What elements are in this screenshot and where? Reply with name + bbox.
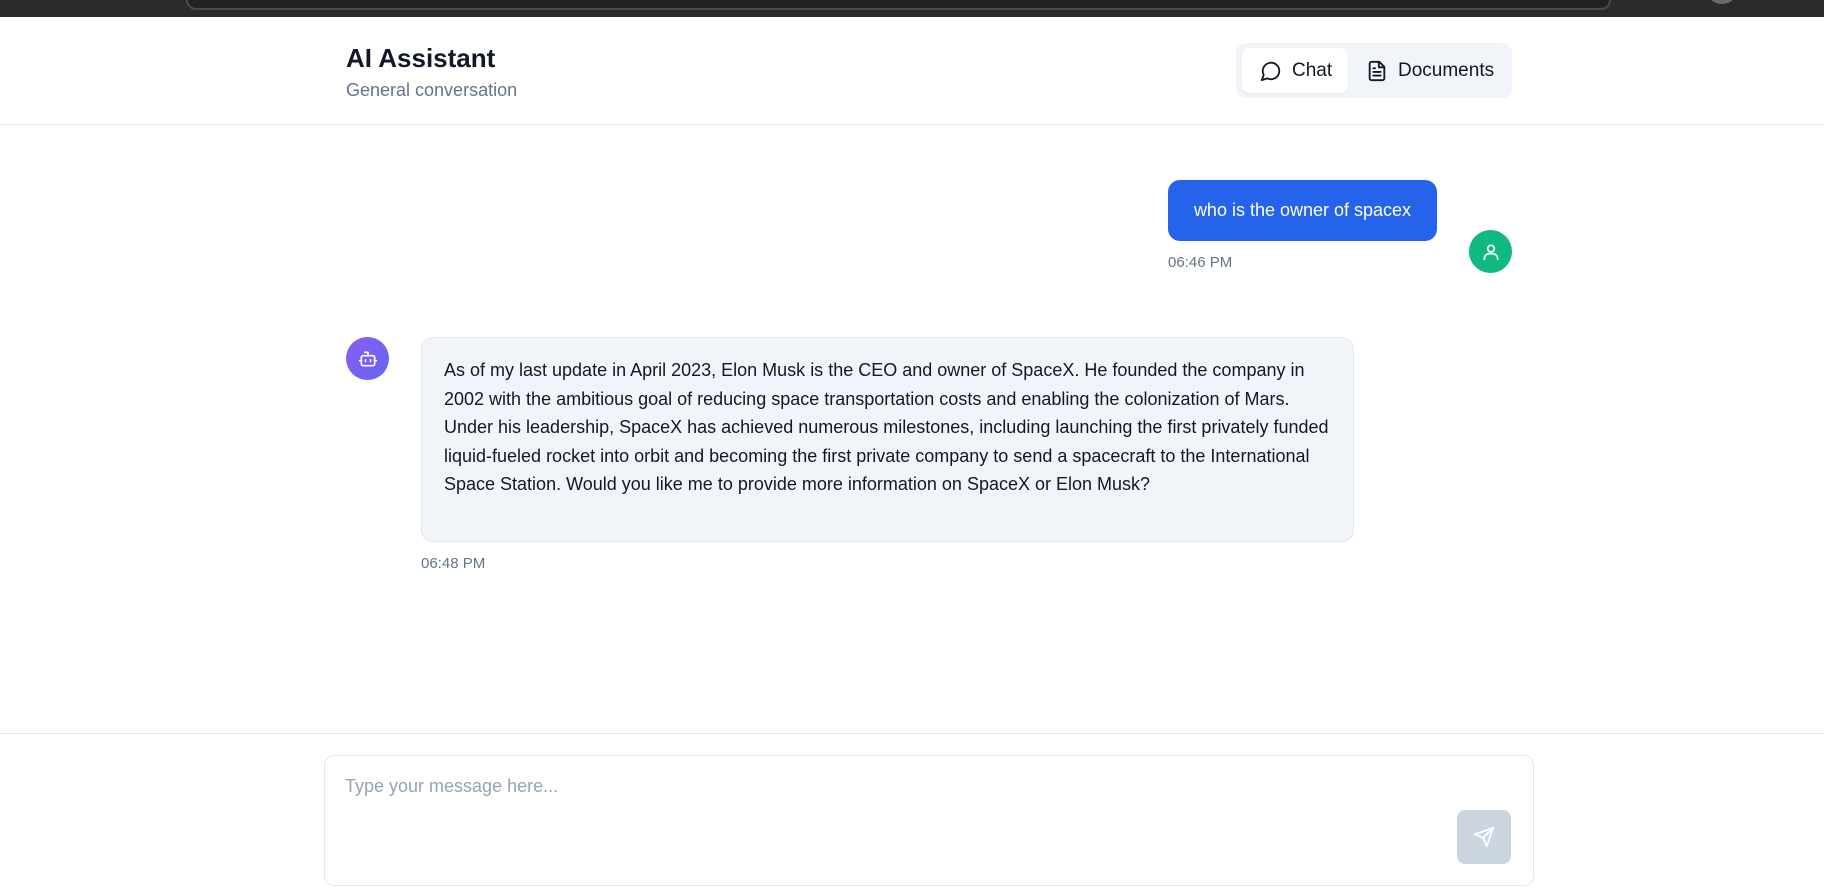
assistant-message-bubble: As of my last update in April 2023, Elon… xyxy=(421,337,1354,542)
user-avatar xyxy=(1469,230,1512,273)
view-tabs: Chat Documents xyxy=(1236,43,1512,98)
page-title: AI Assistant xyxy=(346,43,496,73)
tab-chat-label: Chat xyxy=(1292,59,1333,81)
file-text-icon xyxy=(1368,60,1386,81)
send-icon xyxy=(1473,826,1495,848)
message-composer xyxy=(324,755,1534,886)
assistant-avatar xyxy=(346,337,389,380)
tab-chat[interactable]: Chat xyxy=(1242,48,1348,93)
user-message-bubble: who is the owner of spacex xyxy=(1168,180,1437,241)
conversation-subtitle: General conversation xyxy=(346,80,518,100)
user-message-timestamp: 06:46 PM xyxy=(1168,254,1233,271)
user-icon xyxy=(1483,244,1498,260)
message-input[interactable] xyxy=(345,776,1485,836)
browser-address-bar[interactable] xyxy=(186,0,1611,10)
message-circle-icon xyxy=(1260,61,1281,81)
assistant-message-timestamp: 06:48 PM xyxy=(421,555,486,572)
app-header: AI Assistant General conversation Chat D… xyxy=(0,17,1824,125)
tab-documents-label: Documents xyxy=(1398,59,1495,81)
browser-toolbar xyxy=(0,0,1824,17)
bot-icon xyxy=(358,351,377,366)
browser-profile-icon[interactable] xyxy=(1710,0,1734,4)
tab-documents[interactable]: Documents xyxy=(1360,48,1508,93)
send-button[interactable] xyxy=(1457,810,1511,864)
